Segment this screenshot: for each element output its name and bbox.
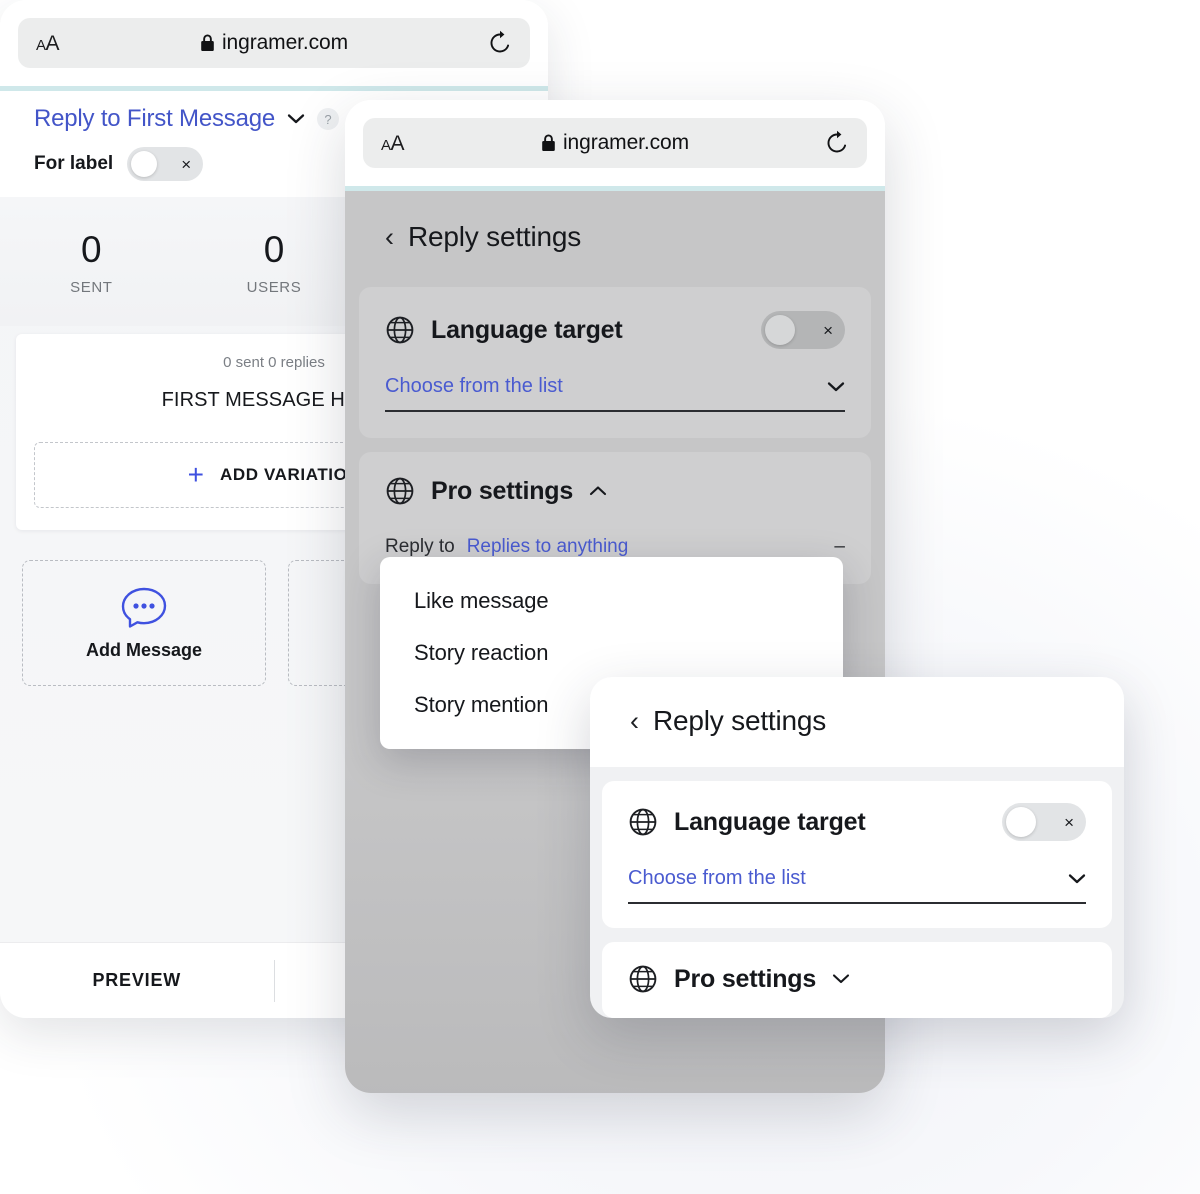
text-size-icon[interactable]: AA bbox=[36, 33, 60, 54]
globe-icon bbox=[629, 808, 657, 836]
language-select-value: Choose from the list bbox=[385, 375, 563, 397]
chevron-left-icon[interactable]: ‹ bbox=[630, 707, 639, 735]
for-label-toggle[interactable]: × bbox=[127, 147, 204, 181]
stat-label: USERS bbox=[246, 279, 302, 296]
language-target-toggle[interactable]: × bbox=[1002, 803, 1086, 841]
text-size-icon[interactable]: AA bbox=[381, 133, 405, 154]
action-divider bbox=[273, 959, 275, 1002]
globe-icon bbox=[386, 316, 414, 344]
chevron-down-icon bbox=[1068, 873, 1086, 883]
pro-settings-title: Pro settings bbox=[431, 476, 574, 505]
preview-button[interactable]: PREVIEW bbox=[0, 970, 274, 991]
url-text: ingramer.com bbox=[562, 131, 689, 154]
toggle-off-mark: × bbox=[1064, 812, 1074, 832]
menu-item-story-reaction[interactable]: Story reaction bbox=[380, 627, 843, 679]
reply-to-label: Reply to bbox=[385, 536, 455, 557]
browser-toolbar-main: AA ingramer.com bbox=[0, 0, 548, 86]
pro-settings-header[interactable]: Pro settings bbox=[628, 964, 1086, 994]
chevron-down-icon bbox=[827, 381, 845, 391]
menu-item-like-message[interactable]: Like message bbox=[380, 575, 843, 627]
language-target-toggle[interactable]: × bbox=[761, 311, 845, 349]
chevron-down-icon[interactable] bbox=[287, 113, 305, 125]
toggle-off-mark: × bbox=[181, 154, 192, 174]
url-text: ingramer.com bbox=[221, 31, 348, 54]
screenshot-stage: AA ingramer.com Reply to First Message ?… bbox=[0, 0, 1200, 1194]
url-display-scrim: ingramer.com bbox=[363, 131, 867, 155]
pro-settings-header[interactable]: Pro settings bbox=[385, 476, 845, 506]
pro-settings-card-front[interactable]: Pro settings bbox=[602, 942, 1112, 1018]
stat-label: SENT bbox=[70, 279, 113, 296]
for-label-text: For label bbox=[34, 153, 114, 174]
toggle-off-mark: × bbox=[823, 320, 833, 340]
pro-settings-title: Pro settings bbox=[674, 964, 817, 993]
reply-to-row[interactable]: Reply to Replies to anything – bbox=[385, 536, 845, 558]
reply-settings-header-scrim: ‹ Reply settings bbox=[345, 191, 885, 287]
language-target-title: Language target bbox=[674, 807, 866, 836]
chevron-left-icon[interactable]: ‹ bbox=[385, 223, 394, 251]
language-target-header: Language target × bbox=[385, 311, 845, 349]
reply-to-value[interactable]: Replies to anything bbox=[467, 536, 629, 558]
address-bar-scrim[interactable]: AA ingramer.com bbox=[363, 118, 867, 168]
reply-settings-header-front: ‹ Reply settings bbox=[590, 677, 1124, 767]
language-select-value: Choose from the list bbox=[628, 867, 806, 889]
language-select[interactable]: Choose from the list bbox=[385, 375, 845, 412]
campaign-title[interactable]: Reply to First Message bbox=[34, 105, 275, 133]
reload-icon[interactable] bbox=[488, 30, 512, 56]
globe-icon bbox=[629, 965, 657, 993]
reply-settings-title: Reply settings bbox=[408, 221, 582, 252]
lock-icon bbox=[542, 134, 555, 151]
reply-to-dash: – bbox=[834, 536, 845, 557]
stat-value: 0 bbox=[263, 229, 285, 270]
language-target-title: Language target bbox=[431, 315, 623, 344]
reply-settings-title: Reply settings bbox=[653, 705, 827, 736]
add-message-label: Add Message bbox=[85, 639, 203, 660]
toggle-knob bbox=[1006, 807, 1036, 837]
browser-toolbar-scrim: AA ingramer.com bbox=[345, 100, 885, 186]
toggle-knob bbox=[765, 315, 795, 345]
address-bar-main[interactable]: AA ingramer.com bbox=[18, 18, 530, 68]
reply-settings-panel-front: ‹ Reply settings Language target × Choos… bbox=[590, 677, 1124, 1018]
add-variation-label: ADD VARIATION bbox=[220, 465, 361, 484]
language-target-card-front: Language target × Choose from the list bbox=[602, 781, 1112, 928]
url-display-main: ingramer.com bbox=[18, 31, 530, 55]
reload-icon[interactable] bbox=[825, 130, 849, 156]
chevron-up-icon[interactable] bbox=[589, 485, 607, 497]
plus-icon: + bbox=[187, 459, 204, 490]
stat-value: 0 bbox=[81, 229, 102, 270]
lock-icon bbox=[201, 34, 214, 51]
toggle-knob bbox=[131, 151, 158, 177]
language-select[interactable]: Choose from the list bbox=[628, 867, 1086, 904]
chevron-down-icon[interactable] bbox=[832, 973, 850, 985]
language-target-header: Language target × bbox=[628, 803, 1086, 841]
globe-icon bbox=[386, 477, 414, 505]
stat-users: 0 USERS bbox=[183, 231, 366, 296]
stat-sent: 0 SENT bbox=[0, 231, 183, 296]
language-target-card-scrim: Language target × Choose from the list bbox=[359, 287, 871, 438]
chat-bubble-icon bbox=[121, 587, 167, 628]
add-message-card[interactable]: Add Message bbox=[22, 560, 266, 686]
help-badge[interactable]: ? bbox=[317, 108, 340, 130]
